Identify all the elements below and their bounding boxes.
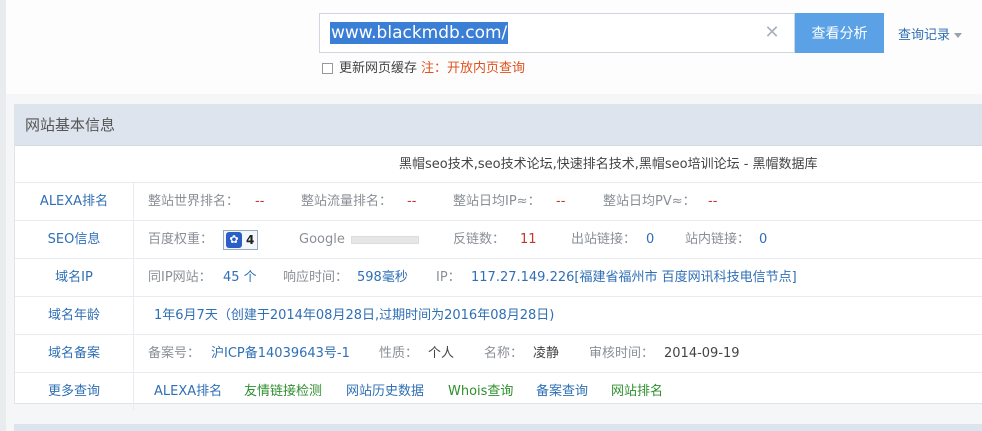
seo-label: SEO信息 <box>15 221 134 258</box>
more-queries-label: 更多查询 <box>15 373 134 410</box>
daily-ip-label: 整站日均IP≈： <box>453 194 541 209</box>
icp-no-value[interactable]: 沪ICP备14039643号-1 <box>211 335 350 372</box>
icp-name-value: 凌静 <box>533 346 560 361</box>
url-search-input[interactable]: www.blackmdb.com/ ✕ <box>319 13 795 53</box>
more-queries-row: 更多查询 ALEXA排名 友情链接检测 网站历史数据 Whois查询 备案查询 … <box>15 373 982 410</box>
icp-name-label: 名称： <box>484 346 524 361</box>
domain-ip-row: 域名IP 同IP网站： 45 个 响应时间： 598毫秒 IP： 117.27.… <box>15 259 982 297</box>
alexa-row: ALEXA排名 整站世界排名： -- 整站流量排名： -- 整站日均IP≈： -… <box>15 183 982 221</box>
domain-age-label: 域名年龄 <box>15 297 134 334</box>
baidu-weight-box: ✿ 4 <box>223 229 259 250</box>
outlinks-value[interactable]: 0 <box>646 221 654 258</box>
next-panel-header <box>14 424 982 431</box>
baidu-weight-badge[interactable]: ✿ 4 <box>223 221 259 258</box>
left-strip <box>0 0 6 431</box>
daily-pv-label: 整站日均PV≈： <box>603 194 696 209</box>
response-time-label: 响应时间： <box>283 270 349 285</box>
domain-age-value: 1年6月7天（创建于2014年08月28日,过期时间为2016年08月28日) <box>154 308 555 323</box>
google-pr: Google <box>299 221 419 258</box>
query-history-label: 查询记录 <box>898 28 951 43</box>
daily-pv-value: -- <box>708 194 718 209</box>
panel-title: 网站基本信息 <box>15 105 982 146</box>
cache-note: 注：开放内页查询 <box>421 61 526 76</box>
seo-row: SEO信息 百度权重： ✿ 4 Google 反链数： 11 出站链接： 0 站内… <box>15 221 982 259</box>
backlinks-value[interactable]: 11 <box>520 221 537 258</box>
baidu-paw-icon: ✿ <box>226 231 242 248</box>
icp-date-value: 2014-09-19 <box>664 346 740 361</box>
world-rank-value: -- <box>255 194 265 209</box>
icp-type-value: 个人 <box>428 346 455 361</box>
link-icp-query[interactable]: 备案查询 <box>536 373 588 410</box>
search-area: www.blackmdb.com/ ✕ 查看分析 查询记录 更新网页缓存 注：开放… <box>0 0 982 94</box>
update-cache-label[interactable]: 更新网页缓存 <box>339 61 417 76</box>
ip-value[interactable]: 117.27.149.226[福建省福州市 百度网讯科技电信节点] <box>471 259 797 296</box>
icp-no-label: 备案号： <box>148 346 201 361</box>
link-whois[interactable]: Whois查询 <box>448 373 513 410</box>
inlinks-label: 站内链接： <box>685 232 751 247</box>
site-info-panel: 网站基本信息 黑帽seo技术,seo技术论坛,快速排名技术,黑帽seo培训论坛 … <box>14 104 982 410</box>
link-alexa-rank[interactable]: ALEXA排名 <box>154 373 222 410</box>
same-ip-label: 同IP网站： <box>148 270 212 285</box>
analyze-button[interactable]: 查看分析 <box>795 13 884 53</box>
domain-ip-label: 域名IP <box>15 259 134 296</box>
google-label: Google <box>299 232 345 247</box>
icp-date-label: 审核时间： <box>589 346 655 361</box>
link-site-rank[interactable]: 网站排名 <box>611 373 663 410</box>
link-history-data[interactable]: 网站历史数据 <box>346 373 424 410</box>
alexa-label: ALEXA排名 <box>15 183 134 220</box>
page: www.blackmdb.com/ ✕ 查看分析 查询记录 更新网页缓存 注：开放… <box>0 0 982 431</box>
icp-type-label: 性质： <box>379 346 419 361</box>
clear-icon[interactable]: ✕ <box>762 22 782 44</box>
update-cache-checkbox[interactable] <box>322 63 333 74</box>
inlinks-value[interactable]: 0 <box>759 221 767 258</box>
site-title-row: 黑帽seo技术,seo技术论坛,快速排名技术,黑帽seo培训论坛 - 黑帽数据库 <box>15 146 982 183</box>
query-history-dropdown[interactable]: 查询记录 <box>898 24 963 43</box>
chevron-down-icon <box>954 33 963 38</box>
traffic-rank-label: 整站流量排名： <box>301 194 393 209</box>
world-rank-label: 整站世界排名： <box>148 194 240 209</box>
site-title: 黑帽seo技术,seo技术论坛,快速排名技术,黑帽seo培训论坛 - 黑帽数据库 <box>399 157 818 172</box>
domain-age-row: 域名年龄 1年6月7天（创建于2014年08月28日,过期时间为2016年08月… <box>15 297 982 335</box>
backlinks-label: 反链数： <box>453 232 506 247</box>
google-pr-bar <box>350 235 419 244</box>
icp-row: 域名备案 备案号： 沪ICP备14039643号-1 性质： 个人 名称： 凌静… <box>15 335 982 373</box>
search-input-value[interactable]: www.blackmdb.com/ <box>330 22 509 44</box>
cache-option: 更新网页缓存 注：开放内页查询 <box>322 61 525 77</box>
ip-label: IP： <box>436 270 461 285</box>
same-ip-value[interactable]: 45 个 <box>223 259 257 296</box>
daily-ip-value: -- <box>556 194 566 209</box>
traffic-rank-value: -- <box>407 194 417 209</box>
baidu-weight-label: 百度权重： <box>148 232 214 247</box>
response-time-value: 598毫秒 <box>357 270 408 285</box>
outlinks-label: 出站链接： <box>571 232 637 247</box>
icp-label: 域名备案 <box>15 335 134 372</box>
baidu-weight-value: 4 <box>246 232 255 247</box>
link-friend-links[interactable]: 友情链接检测 <box>244 373 322 410</box>
